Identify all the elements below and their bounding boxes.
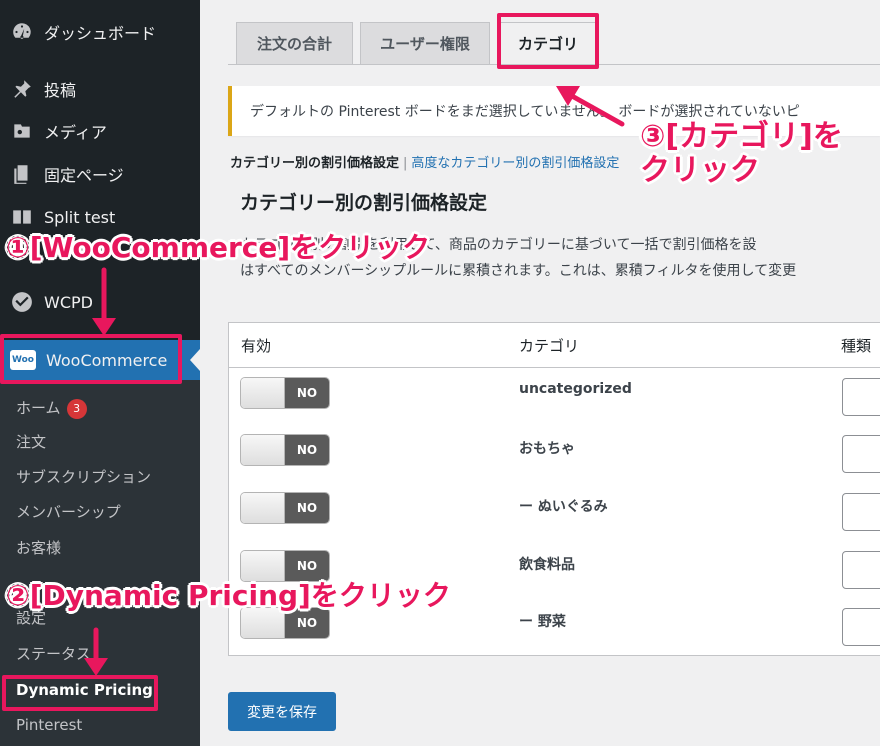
tab-order-total[interactable]: 注文の合計 (236, 22, 353, 64)
toggle-knob (241, 493, 285, 523)
category-name: uncategorized (519, 381, 632, 397)
toggle-label: NO (285, 493, 329, 523)
type-select[interactable] (842, 608, 880, 646)
menu-label: Split test (44, 207, 116, 227)
highlight-woocommerce (0, 334, 182, 384)
header-enabled: 有効 (241, 337, 272, 355)
subsubsub-nav: カテゴリー別の割引価格設定 | 高度なカテゴリー別の割引価格設定 (230, 152, 619, 171)
notification-badge: 3 (66, 398, 87, 419)
main-content: 注文の合計 ユーザー権限 カテゴリ デフォルトの Pinterest ボードをま… (200, 0, 880, 746)
menu-posts[interactable]: 投稿 (0, 69, 200, 109)
type-select[interactable] (842, 378, 880, 416)
category-name: 飲食料品 (519, 557, 575, 573)
check-badge-icon (10, 290, 34, 314)
type-select[interactable] (842, 435, 880, 473)
header-category: カテゴリ (519, 337, 580, 355)
submenu-home[interactable]: ホーム 3 (16, 398, 87, 419)
annotation-step3: ③[カテゴリ]を クリック (640, 120, 843, 188)
dashboard-icon (10, 20, 34, 44)
subsub-current[interactable]: カテゴリー別の割引価格設定 (230, 156, 399, 171)
submenu-memberships[interactable]: メンバーシップ (16, 502, 121, 522)
notice-text: デフォルトの Pinterest ボードをまだ選択していません。 ボードが選択さ… (250, 104, 800, 120)
category-name: ー ぬいぐるみ (519, 499, 608, 515)
media-icon (10, 119, 34, 143)
annotation-step3-line: ③[カテゴリ]を (640, 119, 843, 154)
category-name: ー 野菜 (519, 614, 566, 630)
submenu-status[interactable]: ステータス (16, 644, 91, 664)
menu-label: WCPD (44, 292, 93, 312)
section-title: カテゴリー別の割引価格設定 (240, 192, 488, 214)
submenu-label: ホーム (16, 399, 61, 417)
table-header-divider (229, 367, 880, 368)
annotation-step1: ①[WooCommerce]をクリック (6, 231, 431, 264)
toggle-knob (241, 378, 285, 408)
submenu-orders[interactable]: 注文 (16, 432, 46, 452)
menu-wcpd[interactable]: WCPD (0, 282, 200, 322)
toggle-label: NO (285, 378, 329, 408)
highlight-category-tab (497, 13, 599, 69)
subsub-separator: | (403, 156, 408, 171)
page-icon (10, 162, 34, 186)
type-select[interactable] (842, 493, 880, 531)
save-changes-button[interactable]: 変更を保存 (228, 692, 336, 731)
pin-icon (10, 77, 34, 101)
toggle-label: NO (285, 435, 329, 465)
enable-toggle[interactable]: NO (241, 435, 329, 465)
menu-label: 固定ページ (44, 166, 124, 185)
submenu-pinterest[interactable]: Pinterest (16, 715, 82, 735)
enable-toggle[interactable]: NO (241, 378, 329, 408)
menu-pages[interactable]: 固定ページ (0, 154, 200, 194)
menu-media[interactable]: メディア (0, 111, 200, 151)
enable-toggle[interactable]: NO (241, 493, 329, 523)
highlight-dynamic-pricing (2, 675, 158, 711)
annotation-step2: ②[Dynamic Pricing]をクリック (6, 579, 451, 612)
subsub-advanced-link[interactable]: 高度なカテゴリー別の割引価格設定 (411, 156, 619, 171)
submenu-customers[interactable]: お客様 (16, 538, 61, 558)
menu-dashboard[interactable]: ダッシュボード (0, 12, 200, 52)
tab-user-roles[interactable]: ユーザー権限 (360, 22, 490, 64)
menu-label: メディア (44, 123, 107, 142)
header-type: 種類 (841, 337, 872, 355)
current-menu-arrow (190, 349, 200, 371)
toggle-knob (241, 435, 285, 465)
submenu-subscriptions[interactable]: サブスクリプション (16, 467, 151, 487)
category-name: おもちゃ (519, 441, 575, 457)
type-select[interactable] (842, 551, 880, 589)
menu-label: ダッシュボード (44, 24, 157, 43)
menu-label: 投稿 (44, 81, 77, 100)
annotation-step3-line: クリック (640, 153, 760, 188)
